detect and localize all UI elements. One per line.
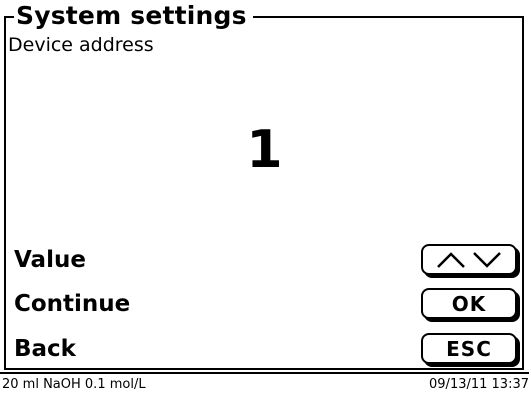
up-down-button[interactable] (421, 244, 517, 275)
value-label: Value (14, 247, 86, 273)
esc-button[interactable]: ESC (421, 333, 517, 364)
status-datetime: 09/13/11 13:37 (429, 377, 529, 392)
arrow-down-icon (473, 251, 501, 268)
ok-button[interactable]: OK (421, 288, 517, 319)
continue-label: Continue (14, 291, 131, 317)
device-address-value: 1 (246, 120, 283, 180)
status-method: 20 ml NaOH 0.1 mol/L (2, 377, 146, 392)
back-label: Back (14, 336, 76, 362)
setting-name: Device address (8, 34, 154, 56)
page-title: System settings (14, 2, 253, 30)
status-divider (0, 372, 529, 374)
arrow-up-icon (437, 251, 465, 268)
